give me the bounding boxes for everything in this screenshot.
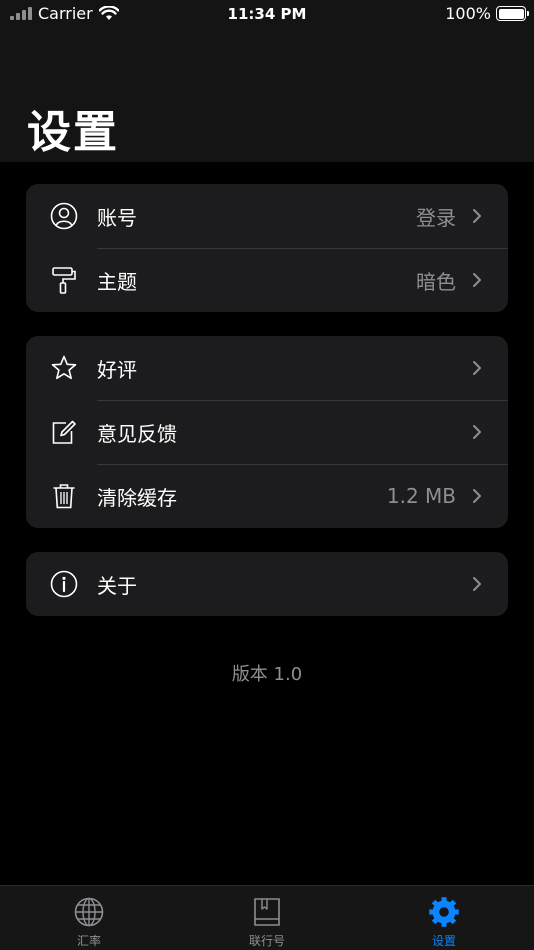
tab-exchange-rate[interactable]: 汇率 <box>29 886 149 950</box>
chevron-right-icon <box>473 577 481 591</box>
version-label: 版本 1.0 <box>231 664 303 685</box>
status-bar: Carrier 11:34 PM 100% <box>0 0 534 30</box>
about-row[interactable]: 关于 <box>26 552 508 616</box>
battery-percent: 100% <box>445 4 491 23</box>
clear-cache-row[interactable]: 清除缓存 1.2 MB <box>26 464 508 528</box>
info-circle-icon <box>50 570 78 598</box>
settings-group-account: 账号 登录 主题 暗色 <box>26 184 508 312</box>
page-title: 设置 <box>27 107 119 158</box>
rate-row[interactable]: 好评 <box>26 336 508 400</box>
person-circle-icon <box>50 202 78 230</box>
about-label: 关于 <box>97 573 137 598</box>
paint-roller-icon <box>52 267 76 294</box>
edit-note-icon <box>52 420 76 444</box>
tab-label: 汇率 <box>76 934 101 948</box>
chevron-right-icon <box>473 273 481 287</box>
settings-group-feedback: 好评 意见反馈 清除缓存 1.2 MB <box>26 336 508 528</box>
gear-icon <box>429 897 459 927</box>
cache-size-value: 1.2 MB <box>386 484 456 508</box>
account-row[interactable]: 账号 登录 <box>26 184 508 248</box>
rate-label: 好评 <box>97 357 137 382</box>
globe-icon <box>74 897 104 927</box>
tab-bar: 汇率 联行号 设置 <box>0 885 534 950</box>
clear-cache-label: 清除缓存 <box>97 485 177 510</box>
chevron-right-icon <box>473 489 481 503</box>
account-value: 登录 <box>416 205 456 230</box>
account-label: 账号 <box>97 205 137 230</box>
trash-icon <box>53 484 75 509</box>
feedback-row[interactable]: 意见反馈 <box>26 400 508 464</box>
star-icon <box>51 355 77 380</box>
battery-icon <box>496 6 529 21</box>
book-icon <box>254 898 280 926</box>
chevron-right-icon <box>473 425 481 439</box>
tab-settings[interactable]: 设置 <box>384 886 504 950</box>
settings-group-about: 关于 <box>26 552 508 616</box>
tab-label: 联行号 <box>248 934 285 948</box>
theme-row[interactable]: 主题 暗色 <box>26 248 508 312</box>
tab-bank-code[interactable]: 联行号 <box>207 886 327 950</box>
tab-label: 设置 <box>431 934 456 948</box>
navigation-header: Carrier 11:34 PM 100% 设置 <box>0 0 534 162</box>
theme-value: 暗色 <box>416 269 456 294</box>
chevron-right-icon <box>473 361 481 375</box>
feedback-label: 意见反馈 <box>97 421 177 446</box>
theme-label: 主题 <box>97 269 137 294</box>
chevron-right-icon <box>473 209 481 223</box>
